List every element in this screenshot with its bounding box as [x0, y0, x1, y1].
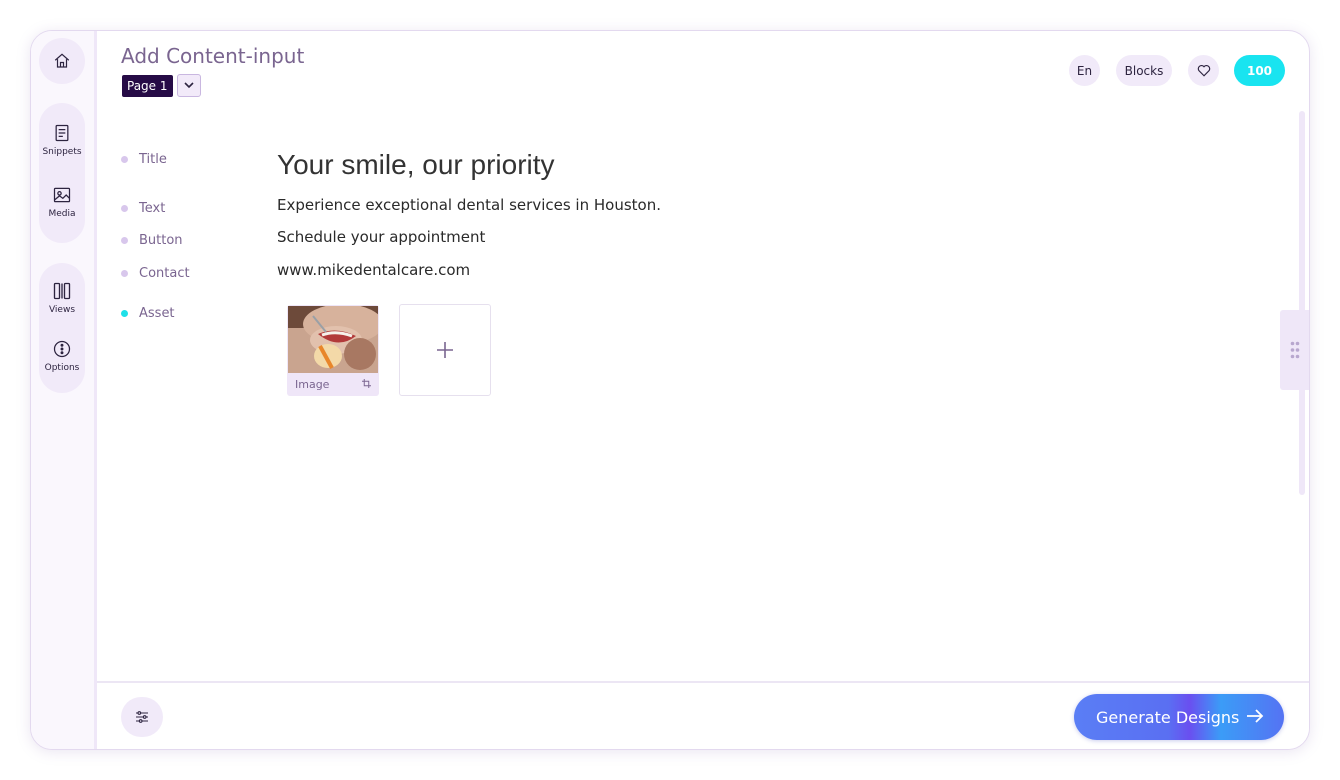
bullet-icon: [121, 237, 128, 244]
arrow-right-icon: [1247, 709, 1264, 723]
app-window: Snippets Media Views Options Add Content…: [30, 30, 1310, 750]
panel-drag-handle[interactable]: [1280, 310, 1309, 390]
more-options-icon: [53, 340, 71, 358]
drag-dots-icon: [1290, 341, 1300, 359]
field-label-text: Contact: [139, 266, 190, 281]
columns-icon: [53, 282, 71, 300]
sidebar-item-label: Media: [48, 209, 76, 219]
bullet-icon: [121, 310, 128, 317]
bullet-icon: [121, 205, 128, 212]
sidebar-item-snippets[interactable]: Snippets: [39, 123, 85, 157]
field-label-text: Text: [139, 201, 166, 216]
field-label-text: Asset: [139, 306, 175, 321]
bullet-icon: [121, 156, 128, 163]
field-label-text: Title: [139, 152, 167, 167]
sidebar-group-content: Snippets Media: [39, 103, 85, 243]
field-label-text: Button: [139, 233, 183, 248]
chevron-down-icon: [184, 82, 194, 89]
sidebar-item-label: Snippets: [42, 147, 82, 157]
sidebar-item-media[interactable]: Media: [39, 185, 85, 219]
text-input[interactable]: Experience exceptional dental services i…: [277, 196, 661, 214]
bullet-icon: [121, 270, 128, 277]
plus-icon: [437, 342, 453, 358]
settings-filter-button[interactable]: [121, 697, 163, 737]
sliders-icon: [136, 711, 148, 723]
scrollbar[interactable]: [1299, 111, 1305, 495]
heart-icon: [1197, 64, 1210, 77]
asset-caption: Image: [295, 378, 330, 391]
generate-designs-label: Generate Designs: [1096, 707, 1240, 727]
sidebar-item-label: Views: [48, 305, 76, 315]
home-button[interactable]: [39, 38, 85, 84]
generate-designs-button[interactable]: Generate Designs: [1074, 694, 1284, 740]
sidebar: Snippets Media Views Options: [31, 31, 97, 749]
page-selector[interactable]: Page 1: [122, 75, 173, 97]
crop-icon[interactable]: [362, 379, 371, 388]
page-title: Add Content-input: [121, 44, 305, 68]
sidebar-item-options[interactable]: Options: [39, 339, 85, 373]
credits-badge[interactable]: 100: [1234, 55, 1285, 86]
dental-photo-thumbnail: [288, 306, 378, 373]
image-icon: [53, 187, 71, 203]
contact-input[interactable]: www.mikedentalcare.com: [277, 261, 470, 279]
page-dropdown-button[interactable]: [177, 74, 201, 97]
button-input[interactable]: Schedule your appointment: [277, 228, 485, 246]
footer-bar: Generate Designs: [97, 681, 1309, 749]
sidebar-group-view: Views Options: [39, 263, 85, 393]
title-input[interactable]: Your smile, our priority: [277, 149, 555, 181]
sidebar-item-views[interactable]: Views: [39, 281, 85, 315]
field-label-asset[interactable]: Asset: [121, 306, 175, 321]
document-icon: [55, 124, 69, 142]
sidebar-item-label: Options: [44, 363, 80, 373]
field-label-text-field[interactable]: Text: [121, 201, 165, 216]
favorite-button[interactable]: [1188, 55, 1219, 86]
asset-image-card[interactable]: Image: [287, 305, 379, 396]
field-label-title[interactable]: Title: [121, 152, 167, 167]
field-label-contact[interactable]: Contact: [121, 266, 190, 281]
field-label-button[interactable]: Button: [121, 233, 183, 248]
language-button[interactable]: En: [1069, 55, 1100, 86]
add-asset-button[interactable]: [399, 304, 491, 396]
blocks-button[interactable]: Blocks: [1116, 55, 1172, 86]
home-icon: [39, 52, 85, 70]
